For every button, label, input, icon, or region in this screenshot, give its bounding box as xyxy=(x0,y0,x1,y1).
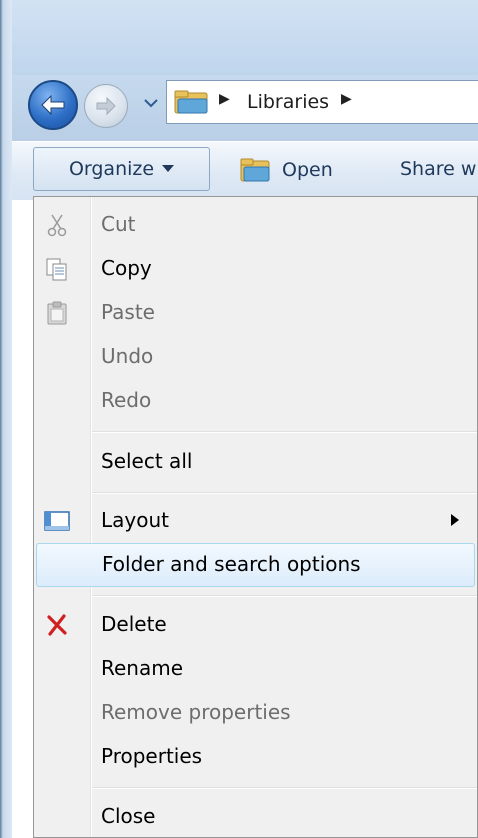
share-with-button[interactable]: Share w xyxy=(400,158,476,180)
organize-label: Organize xyxy=(68,158,155,180)
paste-icon xyxy=(44,300,70,326)
menu-item-properties[interactable]: Properties xyxy=(34,735,477,779)
menu-item-label: Folder and search options xyxy=(102,552,361,576)
submenu-arrow-icon xyxy=(451,514,459,526)
open-button[interactable]: Open xyxy=(240,152,333,188)
menu-item-label: Delete xyxy=(101,612,167,636)
open-label: Open xyxy=(282,159,333,181)
library-folder-icon xyxy=(174,89,210,119)
copy-icon xyxy=(44,256,70,282)
forward-arrow-icon xyxy=(96,96,116,116)
recent-pages-button[interactable] xyxy=(143,96,159,110)
folder-open-icon xyxy=(240,158,270,182)
menu-item-redo[interactable]: Redo xyxy=(34,379,477,423)
breadcrumb-libraries[interactable]: Libraries xyxy=(247,91,329,113)
scissors-icon xyxy=(44,212,70,238)
breadcrumb-separator-icon[interactable]: ▶ xyxy=(219,91,230,107)
menu-item-label: Redo xyxy=(101,388,152,412)
forward-button[interactable] xyxy=(84,84,128,128)
organize-button[interactable]: Organize xyxy=(33,147,210,191)
menu-item-undo[interactable]: Undo xyxy=(34,335,477,379)
chevron-down-icon xyxy=(144,99,158,108)
dropdown-arrow-icon xyxy=(162,165,175,172)
layout-icon xyxy=(44,508,70,534)
menu-item-label: Select all xyxy=(101,449,193,473)
menu-item-cut[interactable]: Cut xyxy=(34,203,477,247)
back-button[interactable] xyxy=(28,80,78,130)
menu-item-label: Paste xyxy=(101,300,155,324)
menu-separator xyxy=(92,431,477,433)
organize-menu: Cut Copy Paste Undo Redo Select all Layo… xyxy=(33,196,478,838)
menu-separator xyxy=(92,787,477,789)
breadcrumb-separator-icon[interactable]: ▶ xyxy=(341,91,352,107)
menu-separator xyxy=(92,595,477,597)
menu-item-label: Copy xyxy=(101,256,152,280)
back-arrow-icon xyxy=(41,94,65,116)
menu-item-label: Properties xyxy=(101,744,203,768)
menu-item-label: Cut xyxy=(101,212,136,236)
menu-item-close[interactable]: Close xyxy=(34,795,477,838)
menu-item-label: Layout xyxy=(101,508,169,532)
explorer-window: ▶ Libraries ▶ Organize Open Share w Cut … xyxy=(0,0,478,838)
menu-item-remove-properties[interactable]: Remove properties xyxy=(34,691,477,735)
menu-item-paste[interactable]: Paste xyxy=(34,291,477,335)
window-frame-left xyxy=(0,0,12,838)
title-bar xyxy=(12,0,478,75)
menu-item-layout[interactable]: Layout xyxy=(34,499,477,543)
menu-item-label: Undo xyxy=(101,344,154,368)
delete-icon xyxy=(44,612,70,638)
menu-item-select-all[interactable]: Select all xyxy=(34,440,477,484)
menu-separator xyxy=(92,492,477,494)
menu-item-label: Remove properties xyxy=(101,700,291,724)
menu-item-delete[interactable]: Delete xyxy=(34,603,477,647)
menu-item-folder-and-search-options[interactable]: Folder and search options xyxy=(36,543,475,587)
menu-item-label: Rename xyxy=(101,656,184,680)
menu-item-label: Close xyxy=(101,804,156,828)
menu-item-copy[interactable]: Copy xyxy=(34,247,477,291)
address-bar[interactable]: ▶ Libraries ▶ xyxy=(166,80,478,124)
menu-item-rename[interactable]: Rename xyxy=(34,647,477,691)
